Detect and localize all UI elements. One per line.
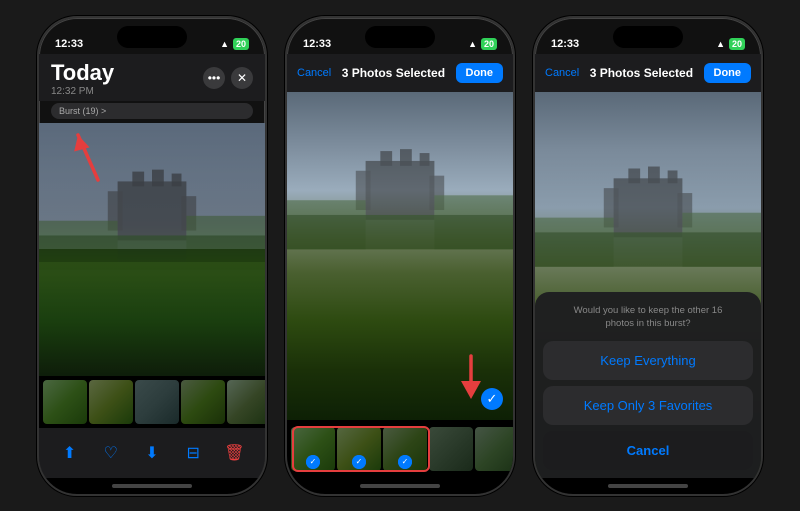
close-button-1[interactable]: ✕ [231, 67, 253, 89]
battery-2: 20 [481, 38, 497, 50]
trash-button[interactable]: 🗑 [220, 439, 248, 467]
page-subtitle-1: 12:32 PM [51, 86, 114, 97]
burst-badge[interactable]: Burst (19) > [51, 103, 253, 119]
dynamic-island [117, 26, 187, 48]
top-bar-2: Cancel 3 Photos Selected Done [287, 54, 513, 92]
photo-background-1 [39, 123, 265, 376]
screen-1: Today 12:32 PM ••• ✕ Burst (19) > [39, 54, 265, 494]
close-icon-1: ✕ [237, 71, 247, 85]
phone-2: 12:33 ▲ 20 Cancel 3 Photos Selected Done [285, 16, 515, 496]
red-arrow-1 [63, 125, 113, 185]
screen-2: Cancel 3 Photos Selected Done ✓ [287, 54, 513, 494]
battery-1: 20 [233, 38, 249, 50]
home-indicator-1 [39, 478, 265, 494]
wifi-icon-3: ▲ [716, 39, 725, 49]
thumbnail-strip-2: ✓ ✓ ✓ [287, 420, 513, 478]
cancel-button-3[interactable]: Cancel [545, 67, 579, 79]
thumb-4[interactable] [181, 380, 225, 424]
selected-count-3: 3 Photos Selected [590, 66, 693, 80]
castle-svg-2 [287, 92, 513, 289]
arrow-container-2 [451, 351, 491, 406]
main-photo-1 [39, 123, 265, 376]
thumb-p2-5[interactable] [475, 427, 513, 471]
castle-svg-3 [535, 92, 761, 324]
status-time-3: 12:33 [551, 38, 579, 50]
top-bar-3: Cancel 3 Photos Selected Done [535, 54, 761, 92]
selected-count-2: 3 Photos Selected [342, 66, 445, 80]
battery-3: 20 [729, 38, 745, 50]
dynamic-island-2 [365, 26, 435, 48]
home-bar-3 [608, 484, 688, 488]
thumb-selected-3[interactable]: ✓ [383, 427, 427, 471]
action-sheet-message: Would you like to keep the other 16 phot… [543, 304, 753, 341]
nav-title-group: Today 12:32 PM [51, 60, 114, 97]
thumb-selected-1[interactable]: ✓ [291, 427, 335, 471]
screen-3: Cancel 3 Photos Selected Done [535, 54, 761, 494]
bottom-toolbar-1: ⬆ ♡ ⬇ ⊟ 🗑 [39, 428, 265, 478]
thumb-2[interactable] [89, 380, 133, 424]
wifi-icon-1: ▲ [220, 39, 229, 49]
thumb-3[interactable] [135, 380, 179, 424]
adjust-button[interactable]: ⊟ [179, 439, 207, 467]
dynamic-island-3 [613, 26, 683, 48]
status-icons-3: ▲ 20 [716, 38, 745, 50]
thumb-1[interactable] [43, 380, 87, 424]
thumb-p2-4[interactable] [429, 427, 473, 471]
keep-favorites-button[interactable]: Keep Only 3 Favorites [543, 386, 753, 425]
status-icons-1: ▲ 20 [220, 38, 249, 50]
page-title-1: Today [51, 60, 114, 86]
heart-button[interactable]: ♡ [97, 439, 125, 467]
home-bar-2 [360, 484, 440, 488]
thumb-5[interactable] [227, 380, 265, 424]
home-indicator-2 [287, 478, 513, 494]
wifi-icon-2: ▲ [468, 39, 477, 49]
thumbnail-strip-1 [39, 376, 265, 428]
phone-1: 12:33 ▲ 20 Today 12:32 PM ••• ✕ Burst (1… [37, 16, 267, 496]
status-time-1: 12:33 [55, 38, 83, 50]
burst-label: Burst (19) > [59, 106, 106, 116]
done-button-3[interactable]: Done [704, 63, 752, 83]
done-button-2[interactable]: Done [456, 63, 504, 83]
status-time-2: 12:33 [303, 38, 331, 50]
share-button[interactable]: ⬆ [56, 439, 84, 467]
ground-overlay-1 [39, 262, 265, 376]
icloud-button[interactable]: ⬇ [138, 439, 166, 467]
more-button-1[interactable]: ••• [203, 67, 225, 89]
nav-bar-1: Today 12:32 PM ••• ✕ [39, 54, 265, 101]
red-arrow-2 [451, 351, 491, 401]
action-sheet: Would you like to keep the other 16 phot… [535, 292, 761, 478]
more-icon-1: ••• [208, 71, 221, 85]
arrow-container-1 [63, 125, 113, 190]
cancel-button-2[interactable]: Cancel [297, 67, 331, 79]
phone-3: 12:33 ▲ 20 Cancel 3 Photos Selected Done [533, 16, 763, 496]
keep-everything-button[interactable]: Keep Everything [543, 341, 753, 380]
main-photo-2: ✓ [287, 92, 513, 420]
home-indicator-3 [535, 478, 761, 494]
status-icons-2: ▲ 20 [468, 38, 497, 50]
home-bar-1 [112, 484, 192, 488]
action-cancel-button[interactable]: Cancel [543, 431, 753, 470]
nav-actions-1: ••• ✕ [203, 67, 253, 89]
main-photo-3: Would you like to keep the other 16 phot… [535, 92, 761, 478]
thumb-selected-2[interactable]: ✓ [337, 427, 381, 471]
